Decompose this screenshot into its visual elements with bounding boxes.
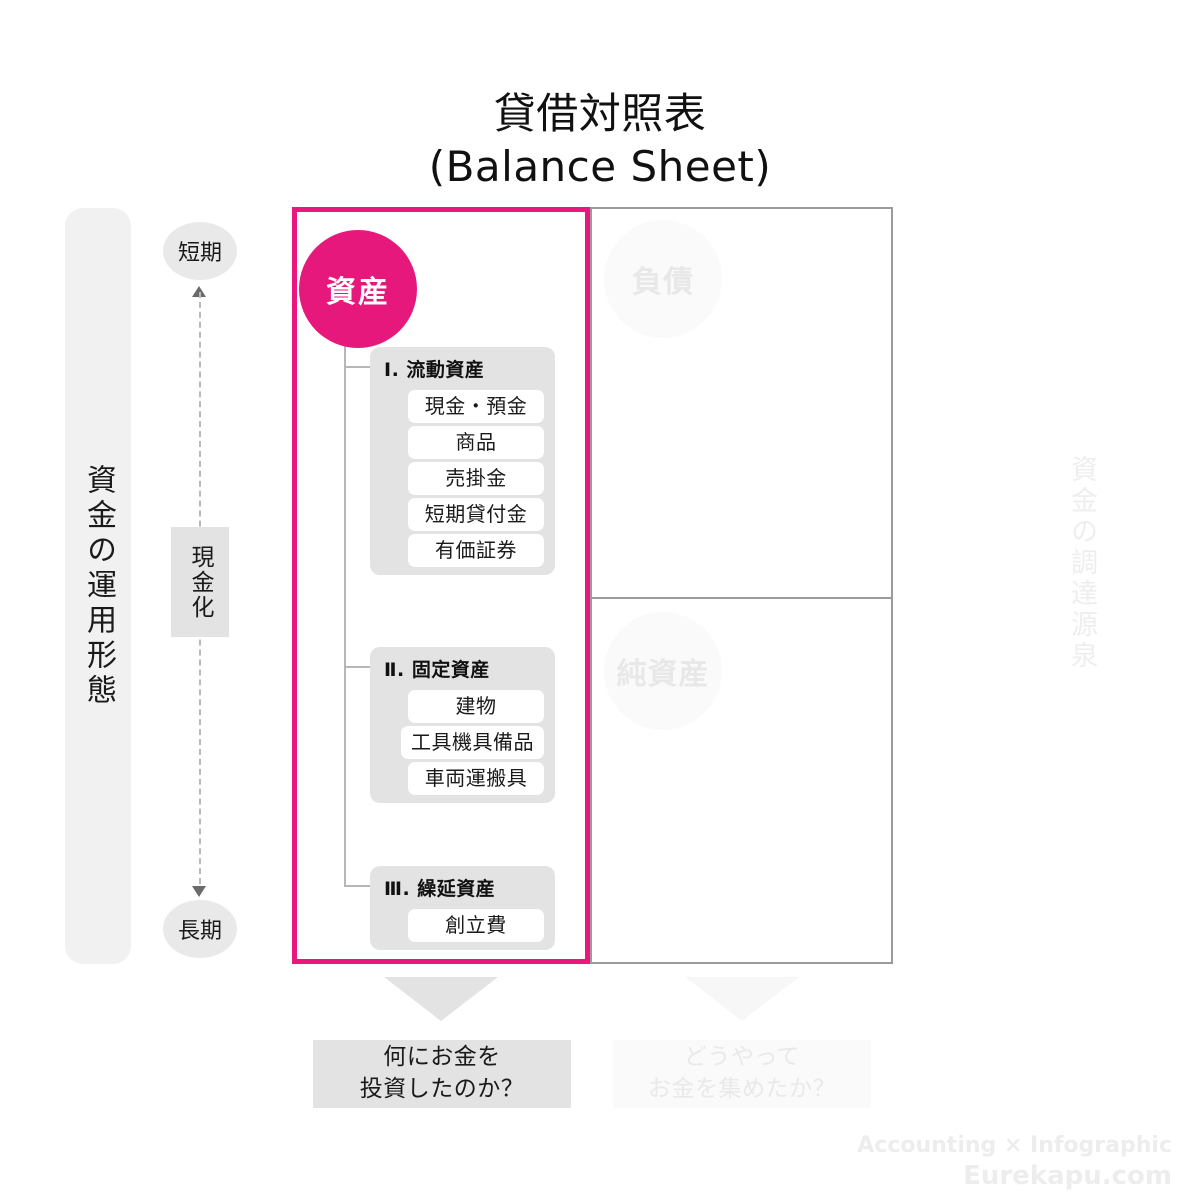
asset-item[interactable]: 有価証券: [408, 534, 544, 567]
arrow-down-assets-icon: [384, 977, 498, 1021]
asset-item[interactable]: 創立費: [408, 909, 544, 942]
axis-cash-conversion-label: 現金化: [171, 527, 229, 637]
liabilities-equity-divider: [590, 597, 893, 599]
net-assets-circle: 純資産: [604, 612, 722, 730]
asset-group-title: Ⅰ. 流動資産: [384, 359, 485, 381]
footer-branding: Accounting × Infographic Eurekapu.com: [857, 1132, 1172, 1192]
tree-branch-line-1: [344, 366, 370, 368]
title-line-english: (Balance Sheet): [428, 141, 772, 191]
asset-group-fixed: Ⅱ. 固定資産 建物 工具機具備品 車両運搬具: [370, 647, 555, 803]
asset-item[interactable]: 短期貸付金: [408, 498, 544, 531]
asset-group-current: Ⅰ. 流動資産 現金・預金 商品 売掛金 短期貸付金 有価証券: [370, 347, 555, 575]
asset-group-title: Ⅱ. 固定資産: [384, 659, 490, 681]
axis-arrow-down-icon: [192, 886, 206, 897]
caption-assets-line2: 投資したのか？: [359, 1076, 525, 1102]
asset-group-items: 創立費: [370, 909, 555, 942]
asset-item[interactable]: 工具機具備品: [401, 726, 544, 759]
caption-liabilities: どうやって お金を集めたか？: [613, 1040, 871, 1108]
footer-site-name: Eurekapu.com: [963, 1160, 1172, 1191]
caption-liabilities-line2: お金を集めたか？: [648, 1076, 836, 1102]
caption-assets-line1: 何にお金を: [383, 1044, 501, 1071]
tree-trunk-line: [344, 290, 346, 886]
asset-item[interactable]: 車両運搬具: [408, 762, 544, 795]
tree-branch-line-3: [344, 885, 370, 887]
title-line-japanese: 貸借対照表: [493, 89, 707, 138]
asset-item[interactable]: 建物: [408, 690, 544, 723]
liabilities-circle: 負債: [604, 220, 722, 338]
left-axis-bar-label: 資金の運用形態: [81, 463, 116, 709]
caption-assets: 何にお金を 投資したのか？: [313, 1040, 571, 1108]
left-axis-bar: 資金の運用形態: [65, 208, 131, 964]
asset-item[interactable]: 現金・預金: [408, 390, 544, 423]
axis-badge-long-term: 長期: [163, 900, 237, 958]
axis-badge-short-term: 短期: [163, 222, 237, 280]
infographic-canvas: 貸借対照表 (Balance Sheet) 資金の運用形態 資金の調達源泉 短期…: [0, 0, 1200, 1200]
asset-group-title: Ⅲ. 繰延資産: [384, 878, 496, 900]
assets-circle: 資産: [299, 230, 417, 348]
footer-tagline: Accounting × Infographic: [857, 1133, 1172, 1158]
asset-group-deferred: Ⅲ. 繰延資産 創立費: [370, 866, 555, 950]
tree-branch-line-2: [344, 666, 370, 668]
arrow-down-liabilities-icon: [685, 977, 799, 1021]
page-title: 貸借対照表 (Balance Sheet): [0, 88, 1200, 194]
asset-group-items: 現金・預金 商品 売掛金 短期貸付金 有価証券: [370, 390, 555, 567]
right-axis-bar-label: 資金の調達源泉: [1066, 454, 1097, 672]
caption-liabilities-line1: どうやって: [683, 1044, 801, 1071]
asset-group-items: 建物 工具機具備品 車両運搬具: [370, 690, 555, 795]
asset-item[interactable]: 売掛金: [408, 462, 544, 495]
asset-item[interactable]: 商品: [408, 426, 544, 459]
